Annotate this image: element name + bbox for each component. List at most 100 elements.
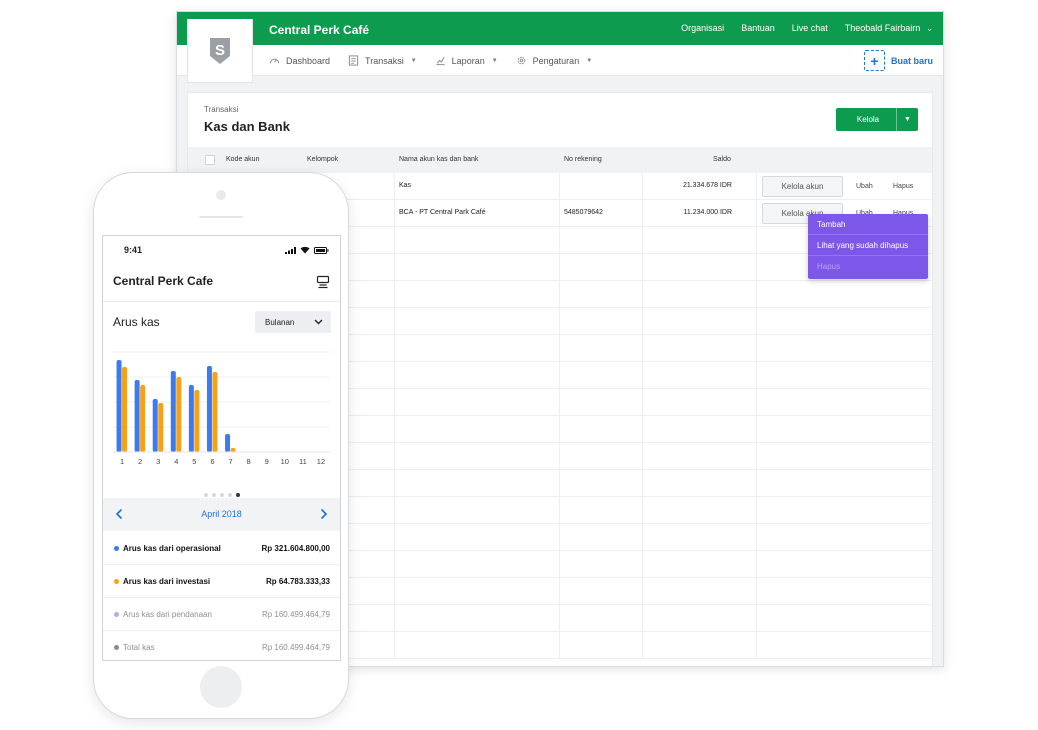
manage-split-button[interactable]: Kelola ▼ bbox=[836, 108, 918, 131]
carousel-dot[interactable] bbox=[219, 493, 224, 497]
app-title: Central Perk Café bbox=[269, 23, 370, 37]
shield-logo-icon: S bbox=[210, 37, 230, 64]
x-tick-label: 1 bbox=[120, 457, 124, 466]
column-divider bbox=[756, 200, 757, 226]
chart-bar[interactable] bbox=[158, 403, 164, 452]
column-divider bbox=[394, 416, 395, 442]
delete-link[interactable]: Hapus bbox=[893, 183, 913, 190]
account-name[interactable]: Kas bbox=[399, 182, 411, 189]
caret-down-icon[interactable]: ▼ bbox=[896, 108, 918, 131]
carousel-dot[interactable] bbox=[227, 493, 232, 497]
battery-icon bbox=[314, 246, 329, 254]
x-tick-label: 3 bbox=[156, 457, 160, 466]
col-kode-akun[interactable]: Kode akun bbox=[226, 156, 259, 163]
cash-flow-summary: Arus kas dari operasional Rp 321.604.800,… bbox=[103, 532, 340, 660]
chart-bar[interactable] bbox=[152, 399, 158, 452]
menu-item-tambah[interactable]: Tambah bbox=[808, 214, 928, 235]
chart-bar[interactable] bbox=[116, 360, 122, 452]
column-divider bbox=[559, 227, 560, 253]
chart-bar[interactable] bbox=[188, 385, 194, 452]
col-nama-akun[interactable]: Nama akun kas dan bank bbox=[399, 156, 478, 163]
account-name[interactable]: BCA - PT Central Park Café bbox=[399, 209, 486, 216]
summary-label: Arus kas dari pendanaan bbox=[123, 610, 212, 619]
chart-bar[interactable] bbox=[122, 367, 128, 452]
status-time: 9:41 bbox=[124, 245, 143, 255]
carousel-dot[interactable] bbox=[235, 493, 240, 497]
chart-bar[interactable] bbox=[170, 371, 176, 452]
column-divider bbox=[559, 416, 560, 442]
column-divider bbox=[559, 470, 560, 496]
nav-dashboard[interactable]: Dashboard bbox=[269, 55, 330, 66]
chevron-down-icon: ⌄ bbox=[926, 24, 933, 33]
summary-value: Rp 160.499.464,79 bbox=[261, 643, 330, 652]
chart-bar[interactable] bbox=[206, 366, 212, 452]
col-kelompok[interactable]: Kelompok bbox=[307, 156, 338, 163]
company-logo[interactable]: S bbox=[187, 19, 253, 83]
chart-bar[interactable] bbox=[194, 390, 200, 452]
column-divider bbox=[394, 551, 395, 577]
nav-pengaturan[interactable]: Pengaturan ▼ bbox=[516, 55, 592, 66]
manage-button-label[interactable]: Kelola bbox=[836, 108, 896, 131]
report-icon bbox=[436, 57, 445, 66]
menu-item-lihat-dihapus[interactable]: Lihat yang sudah dihapus bbox=[808, 235, 928, 256]
edit-link[interactable]: Ubah bbox=[856, 183, 873, 190]
legend-dot-icon bbox=[114, 579, 119, 584]
top-bar: Central Perk Café Organisasi Bantuan Liv… bbox=[177, 12, 943, 45]
col-no-rekening[interactable]: No rekening bbox=[564, 156, 602, 163]
x-tick-label: 2 bbox=[138, 457, 142, 466]
column-divider bbox=[642, 254, 643, 280]
carousel-dot[interactable] bbox=[203, 493, 208, 497]
link-live-chat[interactable]: Live chat bbox=[792, 23, 828, 33]
x-tick-label: 4 bbox=[174, 457, 178, 466]
x-tick-label: 12 bbox=[317, 457, 325, 466]
chevron-right-icon[interactable] bbox=[319, 508, 328, 520]
column-divider bbox=[756, 362, 757, 388]
summary-row: Arus kas dari operasional Rp 321.604.800,… bbox=[103, 532, 340, 565]
column-divider bbox=[394, 308, 395, 334]
column-divider bbox=[559, 308, 560, 334]
column-divider bbox=[756, 497, 757, 523]
transaction-icon bbox=[348, 55, 359, 66]
cash-register-icon[interactable] bbox=[316, 275, 330, 289]
wifi-icon bbox=[300, 246, 310, 254]
home-button[interactable] bbox=[200, 666, 242, 708]
chart-bar[interactable] bbox=[176, 377, 182, 452]
breadcrumb[interactable]: Transaksi bbox=[204, 105, 238, 114]
chart-bar[interactable] bbox=[140, 385, 146, 452]
nav-transaksi[interactable]: Transaksi ▼ bbox=[348, 55, 417, 66]
manage-account-button[interactable]: Kelola akun bbox=[762, 176, 843, 197]
link-bantuan[interactable]: Bantuan bbox=[741, 23, 775, 33]
month-navigator: April 2018 bbox=[103, 498, 340, 531]
legend-dot-icon bbox=[114, 546, 119, 551]
x-tick-label: 8 bbox=[247, 457, 251, 466]
caret-down-icon: ▼ bbox=[491, 57, 498, 64]
chart-bar[interactable] bbox=[134, 380, 140, 452]
column-divider bbox=[559, 605, 560, 631]
nav-laporan[interactable]: Laporan ▼ bbox=[435, 55, 498, 66]
link-organisasi[interactable]: Organisasi bbox=[681, 23, 724, 33]
column-divider bbox=[559, 281, 560, 307]
column-divider bbox=[394, 443, 395, 469]
col-saldo[interactable]: Saldo bbox=[713, 156, 731, 163]
column-divider bbox=[394, 281, 395, 307]
select-all-checkbox[interactable] bbox=[205, 155, 215, 165]
chart-bar[interactable] bbox=[212, 372, 218, 452]
column-divider bbox=[642, 227, 643, 253]
chart-bar[interactable] bbox=[230, 448, 236, 452]
page-title: Kas dan Bank bbox=[204, 119, 290, 134]
column-divider bbox=[642, 524, 643, 550]
saldo-cell: 11.234.000 IDR bbox=[642, 200, 732, 226]
column-divider bbox=[642, 362, 643, 388]
column-divider bbox=[642, 443, 643, 469]
column-divider bbox=[394, 632, 395, 658]
column-divider bbox=[394, 335, 395, 361]
chart-bar[interactable] bbox=[225, 434, 231, 452]
create-new-button[interactable]: + Buat baru bbox=[863, 50, 933, 71]
period-select[interactable]: Bulanan bbox=[255, 311, 331, 333]
month-label: April 2018 bbox=[201, 509, 242, 519]
user-name: Theobald Fairbairn bbox=[844, 23, 921, 33]
summary-label: Total kas bbox=[123, 643, 155, 652]
carousel-dot[interactable] bbox=[211, 493, 216, 497]
user-menu[interactable]: Theobald Fairbairn ⌄ bbox=[845, 23, 933, 33]
column-divider bbox=[394, 254, 395, 280]
